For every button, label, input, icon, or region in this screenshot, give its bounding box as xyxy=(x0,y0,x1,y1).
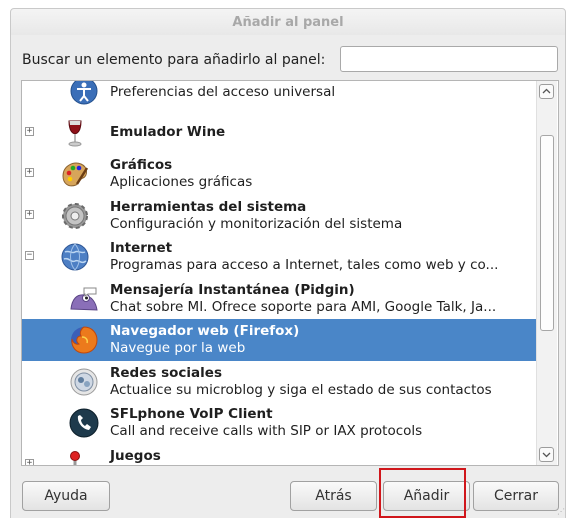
item-description: Chat sobre MI. Ofrece soporte para AMI, … xyxy=(110,298,497,315)
list-item[interactable]: Mensajería Instantánea (Pidgin) Chat sobr… xyxy=(22,278,538,320)
expand-icon[interactable]: + xyxy=(25,458,34,465)
item-title: Navegador web (Firefox) xyxy=(110,323,300,339)
item-description: Navegue por la web xyxy=(110,340,246,356)
firefox-icon xyxy=(68,324,100,356)
joystick-icon xyxy=(59,449,91,465)
list-item[interactable]: Navegador web (Firefox) Navegue por la we… xyxy=(22,319,538,361)
window-titlebar[interactable]: Añadir al panel xyxy=(10,8,566,36)
accessibility-icon xyxy=(68,81,100,107)
search-label: Buscar un elemento para añadirlo al pane… xyxy=(22,52,326,68)
category-item[interactable]: + JuegosJuegos y distracciones xyxy=(22,444,538,466)
item-title: SFLphone VoIP Client xyxy=(110,406,273,422)
item-description: Aplicaciones gráficas xyxy=(110,174,253,190)
item-list: Preferencias del acceso universal + Emulad… xyxy=(21,80,559,466)
item-description: Actualice su microblog y siga el estado … xyxy=(110,381,492,398)
list-item[interactable]: SFLphone VoIP Client Call and receive cal… xyxy=(22,402,538,444)
sflphone-icon xyxy=(68,407,100,439)
pidgin-icon xyxy=(68,283,100,315)
item-title: Gráficos xyxy=(110,157,173,173)
category-item[interactable]: + Gráficos Aplicaciones gráficas xyxy=(22,153,538,195)
category-item[interactable]: + Herramientas del sistema Configuración y… xyxy=(22,195,538,237)
list-item[interactable]: Redes sociales Actualice su microblog y s… xyxy=(22,361,538,403)
expand-icon[interactable]: + xyxy=(25,126,34,136)
item-title: Herramientas del sistema xyxy=(110,198,307,215)
expand-icon[interactable]: + xyxy=(25,209,34,219)
category-item[interactable]: − Internet Programas para acceso a Interne… xyxy=(22,236,538,278)
social-network-icon xyxy=(68,366,100,398)
category-item[interactable]: + Emulador Wine xyxy=(22,112,538,154)
back-button[interactable]: Atrás xyxy=(290,481,377,511)
collapse-icon[interactable]: − xyxy=(25,251,34,260)
scroll-down-button[interactable] xyxy=(539,447,554,462)
system-gear-icon xyxy=(59,200,91,232)
item-title: Redes sociales xyxy=(110,364,222,381)
graphics-palette-icon xyxy=(59,158,91,190)
search-input[interactable] xyxy=(340,46,558,72)
expand-icon[interactable]: + xyxy=(25,168,34,177)
item-description: Juegos y distracciones xyxy=(110,465,536,466)
window-title: Añadir al panel xyxy=(232,14,344,30)
list-item[interactable]: Preferencias del acceso universal xyxy=(22,81,538,112)
item-title: Juegos xyxy=(110,447,161,464)
item-title: Mensajería Instantánea (Pidgin) xyxy=(110,281,355,298)
add-button[interactable]: Añadir xyxy=(383,481,470,511)
item-description: Call and receive calls with SIP or IAX p… xyxy=(110,423,423,439)
wine-glass-icon xyxy=(59,117,91,149)
internet-globe-icon xyxy=(59,241,91,273)
item-description: Configuración y monitorización del siste… xyxy=(110,215,403,232)
resize-grip[interactable]: ⋰ xyxy=(557,508,565,516)
help-button[interactable]: Ayuda xyxy=(22,481,110,511)
item-title: Emulador Wine xyxy=(110,123,226,140)
scroll-up-button[interactable] xyxy=(539,84,554,99)
item-description: Programas para acceso a Internet, tales … xyxy=(110,257,499,273)
scroll-thumb[interactable] xyxy=(540,135,554,331)
scrollbar[interactable] xyxy=(536,81,557,465)
item-list-rows: Preferencias del acceso universal + Emulad… xyxy=(22,81,538,466)
close-button[interactable]: Cerrar xyxy=(473,481,559,511)
item-title: Internet xyxy=(110,240,173,256)
item-description: Preferencias del acceso universal xyxy=(110,84,336,100)
